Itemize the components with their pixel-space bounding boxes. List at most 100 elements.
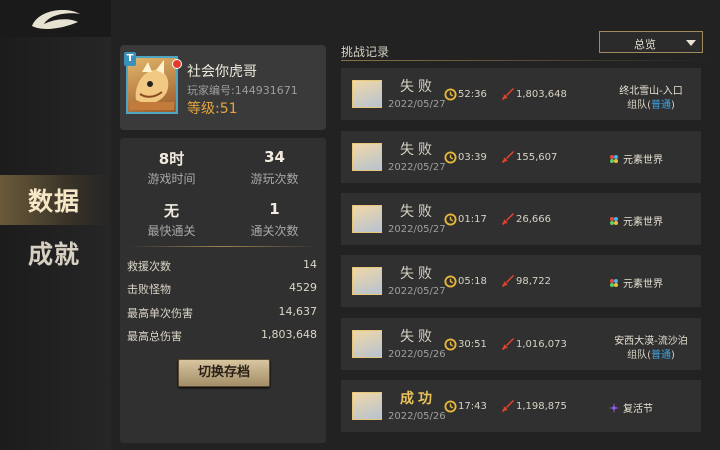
team-prefix: 组队(: [627, 350, 651, 361]
nav-data-tab[interactable]: 数据: [0, 175, 111, 225]
element-world-icon: [610, 216, 618, 225]
clock-icon: [444, 275, 457, 288]
team-mode: 普通: [651, 100, 671, 111]
stat-row-label: 最高单次伤害: [127, 307, 193, 320]
team-mode: 普通: [651, 350, 671, 361]
sword-damage-icon: [502, 275, 514, 287]
record-team: 组队(普通): [601, 346, 701, 361]
record-damage: 1,803,648: [516, 89, 567, 100]
record-date: 2022/05/26: [388, 411, 446, 422]
sword-damage-icon: [502, 151, 514, 163]
record-date: 2022/05/27: [388, 224, 446, 235]
record-mode: 元素世界: [609, 151, 663, 166]
profile-card: T 社会你虎哥 玩家编号:144931671 等级:51: [120, 45, 326, 130]
clock-icon: [444, 400, 457, 413]
record-duration: 03:39: [458, 152, 487, 163]
player-id: 玩家编号:144931671: [187, 84, 298, 97]
record-mode-label: 元素世界: [623, 279, 663, 290]
stat-row-max-single-damage: 最高单次伤害 14,637: [127, 305, 317, 321]
team-suffix: ): [671, 350, 675, 361]
clock-icon: [444, 213, 457, 226]
record-damage: 26,666: [516, 214, 551, 225]
clock-icon: [444, 338, 457, 351]
records-title: 挑战记录: [341, 45, 390, 59]
game-logo: [0, 0, 111, 37]
record-date: 2022/05/27: [388, 286, 446, 297]
easter-event-icon: [609, 402, 619, 413]
play-count-value: 34: [264, 148, 285, 166]
record-result: 失败: [400, 204, 436, 220]
record-result: 失败: [400, 329, 436, 345]
record-row[interactable]: 失败 2022/05/27 52:36 1,803,648 终北雪山-入口 组队(普通): [341, 68, 701, 120]
sword-damage-icon: [502, 338, 514, 350]
stat-row-label: 最高总伤害: [127, 330, 182, 343]
chevron-down-icon: [686, 40, 696, 46]
record-result: 失败: [400, 142, 436, 158]
stat-row-kills: 击败怪物 4529: [127, 281, 317, 297]
clock-icon: [444, 151, 457, 164]
record-row[interactable]: 失败 2022/05/27 01:17 26,666 元素世界: [341, 193, 701, 245]
player-name: 社会你虎哥: [187, 64, 257, 80]
stat-row-value: 14,637: [278, 305, 318, 318]
nav-achievement-tab[interactable]: 成就: [0, 228, 111, 278]
dragon-portrait-icon: [130, 60, 174, 110]
record-date: 2022/05/26: [388, 349, 446, 360]
fastest-clear-label: 最快通关: [147, 224, 196, 238]
clock-icon: [444, 88, 457, 101]
record-row[interactable]: 失败 2022/05/27 03:39 155,607 元素世界: [341, 131, 701, 183]
switch-save-button[interactable]: 切换存档: [178, 359, 270, 387]
record-damage: 155,607: [516, 152, 558, 163]
record-duration: 52:36: [458, 89, 487, 100]
stat-row-value: 4529: [289, 281, 317, 294]
tier-badge: T: [124, 52, 136, 66]
record-duration: 01:17: [458, 214, 487, 225]
record-row[interactable]: 失败 2022/05/26 30:51 1,016,073 安西大漠-流沙泊 组队(普通): [341, 318, 701, 370]
sword-damage-icon: [502, 88, 514, 100]
play-time-value: 8时: [158, 150, 185, 168]
clear-count-label: 通关次数: [250, 224, 299, 238]
record-row[interactable]: 失败 2022/05/27 05:18 98,722 元素世界: [341, 255, 701, 307]
record-mode-label: 复活节: [623, 404, 653, 415]
notification-dot: [172, 59, 182, 69]
sword-damage-icon: [502, 400, 514, 412]
stats-divider: [128, 246, 318, 247]
record-avatar: [352, 330, 382, 358]
record-duration: 30:51: [458, 339, 487, 350]
record-result: 失败: [400, 266, 436, 282]
play-count-label: 游玩次数: [250, 172, 299, 186]
record-duration: 05:18: [458, 276, 487, 287]
record-avatar: [352, 205, 382, 233]
record-damage: 1,016,073: [516, 339, 567, 350]
filter-dropdown[interactable]: 总览: [599, 31, 703, 53]
element-world-icon: [610, 278, 618, 287]
stat-row-label: 击败怪物: [127, 283, 171, 296]
record-damage: 98,722: [516, 276, 551, 287]
fastest-clear-value: 无: [163, 202, 179, 220]
team-prefix: 组队(: [627, 100, 651, 111]
record-team: 组队(普通): [601, 96, 701, 111]
play-time-label: 游戏时间: [147, 172, 196, 186]
record-stage: 安西大漠-流沙泊: [614, 336, 688, 347]
stat-row-rescues: 救援次数 14: [127, 258, 317, 274]
stats-panel: 8时 游戏时间 34 游玩次数 无 最快通关 1 通关次数 救援次数 14 击败…: [120, 138, 326, 443]
record-mode: 元素世界: [609, 275, 663, 290]
element-world-icon: [610, 154, 618, 163]
record-avatar: [352, 143, 382, 171]
stat-row-value: 14: [303, 258, 317, 271]
record-damage: 1,198,875: [516, 401, 567, 412]
stat-row-label: 救援次数: [127, 260, 171, 273]
stat-row-max-total-damage: 最高总伤害 1,803,648: [127, 328, 317, 344]
player-level: 等级:51: [187, 101, 238, 117]
record-date: 2022/05/27: [388, 99, 446, 110]
record-row[interactable]: 成功 2022/05/26 17:43 1,198,875 复活节: [341, 380, 701, 432]
record-duration: 17:43: [458, 401, 487, 412]
sidebar: 数据 成就: [0, 0, 112, 450]
nav-achievement-label: 成就: [28, 240, 81, 269]
record-result: 失败: [400, 79, 436, 95]
record-mode: 复活节: [609, 400, 653, 415]
record-avatar: [352, 392, 382, 420]
sword-damage-icon: [502, 213, 514, 225]
nav-data-label: 数据: [28, 187, 81, 216]
team-suffix: ): [671, 100, 675, 111]
clear-count-value: 1: [269, 200, 280, 218]
